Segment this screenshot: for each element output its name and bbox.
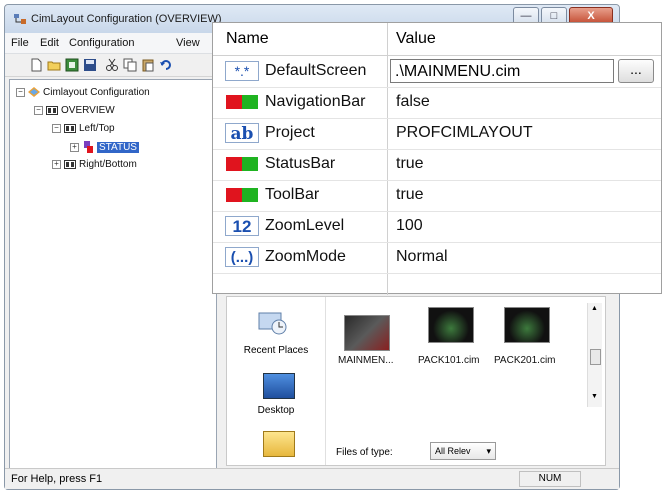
menu-edit[interactable]: Edit xyxy=(40,37,59,49)
expand-icon[interactable]: + xyxy=(70,142,79,152)
browse-button[interactable]: ... xyxy=(618,59,654,83)
property-row-navigationbar[interactable]: NavigationBar false xyxy=(213,87,661,119)
header-name[interactable]: Name xyxy=(226,30,269,48)
enum-icon: (...) xyxy=(225,247,259,267)
window-title: CimLayout Configuration (OVERVIEW) xyxy=(31,13,222,25)
file-thumbnail[interactable] xyxy=(344,315,390,351)
property-value[interactable]: 100 xyxy=(396,217,423,235)
property-row-defaultscreen[interactable]: *.* DefaultScreen .\MAINMENU.cim ... xyxy=(213,56,661,88)
property-name: DefaultScreen xyxy=(265,62,367,79)
tree-node-left-top[interactable]: − Left/Top xyxy=(52,123,115,134)
app-icon xyxy=(14,14,26,24)
scrollbar-thumb[interactable] xyxy=(590,349,601,365)
property-name: NavigationBar xyxy=(265,93,366,110)
property-row-project[interactable]: ab Project PROFCIMLAYOUT xyxy=(213,118,661,150)
scroll-up-icon[interactable]: ▲ xyxy=(591,305,598,312)
undo-icon[interactable] xyxy=(159,58,173,72)
tree-node-overview[interactable]: − OVERVIEW xyxy=(34,105,115,116)
boolean-icon xyxy=(226,157,258,171)
file-list-scrollbar[interactable]: ▼ ▲ xyxy=(587,303,602,407)
text-icon: ab xyxy=(225,123,259,144)
property-row-zoommode[interactable]: (...) ZoomMode Normal xyxy=(213,242,661,274)
scroll-down-icon[interactable]: ▼ xyxy=(591,393,598,400)
property-grid-header: Name Value xyxy=(213,23,661,56)
status-help-text: For Help, press F1 xyxy=(11,473,103,485)
property-name: ZoomMode xyxy=(265,248,346,265)
save-icon[interactable] xyxy=(83,58,97,72)
dropdown-arrow-icon[interactable]: ▾ xyxy=(486,443,491,459)
menu-file[interactable]: File xyxy=(11,37,29,49)
layout-icon xyxy=(64,159,76,169)
tree-label-root: Cimlayout Configuration xyxy=(43,87,150,98)
open-icon[interactable] xyxy=(47,58,61,72)
recent-places-label[interactable]: Recent Places xyxy=(227,345,325,356)
collapse-icon[interactable]: − xyxy=(16,87,25,97)
recent-places-icon[interactable] xyxy=(255,309,289,337)
number-icon: 12 xyxy=(225,216,259,236)
property-grid: Name Value *.* DefaultScreen .\MAINMENU.… xyxy=(212,22,662,295)
property-row-zoomlevel[interactable]: 12 ZoomLevel 100 xyxy=(213,211,661,243)
num-lock-indicator: NUM xyxy=(519,471,581,487)
desktop-label[interactable]: Desktop xyxy=(227,405,325,416)
property-value[interactable]: true xyxy=(396,155,424,173)
tree-node-root[interactable]: − Cimlayout Configuration xyxy=(16,87,150,98)
property-value[interactable]: Normal xyxy=(396,248,448,266)
paste-icon[interactable] xyxy=(141,58,155,72)
file-thumbnail[interactable] xyxy=(428,307,474,343)
folder-icon[interactable] xyxy=(263,431,295,457)
file-name[interactable]: MAINMEN... xyxy=(338,355,394,366)
config-icon xyxy=(28,87,40,98)
layout-icon xyxy=(46,105,58,115)
collapse-icon[interactable]: − xyxy=(52,123,61,133)
tree-node-right-bottom[interactable]: + Right/Bottom xyxy=(52,159,137,170)
property-name: ZoomLevel xyxy=(265,217,345,234)
tree-label-right-bottom: Right/Bottom xyxy=(79,159,137,170)
configuration-tree[interactable]: − Cimlayout Configuration − OVERVIEW − Left… xyxy=(9,79,217,469)
status-bar: For Help, press F1 NUM xyxy=(5,468,619,489)
file-thumbnail[interactable] xyxy=(504,307,550,343)
tree-node-status[interactable]: + STATUS xyxy=(70,141,139,153)
tree-label-status: STATUS xyxy=(97,141,139,153)
desktop-icon[interactable] xyxy=(263,373,295,399)
header-value[interactable]: Value xyxy=(396,30,436,48)
copy-icon[interactable] xyxy=(123,58,137,72)
property-value[interactable]: true xyxy=(396,186,424,204)
file-open-dialog: Recent Places Desktop MAINMEN... PACK101… xyxy=(226,296,606,466)
expand-icon[interactable]: + xyxy=(52,159,61,169)
property-name: Project xyxy=(265,124,315,141)
filetype-select[interactable]: All Relev ▾ xyxy=(430,442,496,460)
property-name: ToolBar xyxy=(265,186,320,203)
layout-icon xyxy=(64,123,76,133)
property-row-toolbar[interactable]: ToolBar true xyxy=(213,180,661,212)
filetype-label: Files of type: xyxy=(336,447,393,458)
file-list[interactable]: MAINMEN... PACK101.cim PACK201.cim xyxy=(334,303,588,407)
property-value[interactable]: false xyxy=(396,93,430,111)
boolean-icon xyxy=(226,188,258,202)
property-row-statusbar[interactable]: StatusBar true xyxy=(213,149,661,181)
menu-view[interactable]: View xyxy=(176,37,200,49)
new-icon[interactable] xyxy=(29,58,43,72)
properties-icon[interactable] xyxy=(65,58,79,72)
property-value: .\MAINMENU.cim xyxy=(395,63,521,80)
property-value[interactable]: PROFCIMLAYOUT xyxy=(396,124,533,142)
menu-configuration[interactable]: Configuration xyxy=(69,37,134,49)
file-name[interactable]: PACK101.cim xyxy=(418,355,480,366)
places-bar: Recent Places Desktop xyxy=(227,297,326,465)
defaultscreen-input[interactable]: .\MAINMENU.cim xyxy=(390,59,614,83)
status-icon xyxy=(84,141,93,153)
collapse-icon[interactable]: − xyxy=(34,105,43,115)
screen-icon: *.* xyxy=(225,61,259,81)
file-name[interactable]: PACK201.cim xyxy=(494,355,556,366)
property-name: StatusBar xyxy=(265,155,336,172)
tree-label-left-top: Left/Top xyxy=(79,123,115,134)
cut-icon[interactable] xyxy=(105,58,119,72)
tree-label-overview: OVERVIEW xyxy=(61,105,115,116)
boolean-icon xyxy=(226,95,258,109)
filetype-value: All Relev xyxy=(435,446,471,456)
